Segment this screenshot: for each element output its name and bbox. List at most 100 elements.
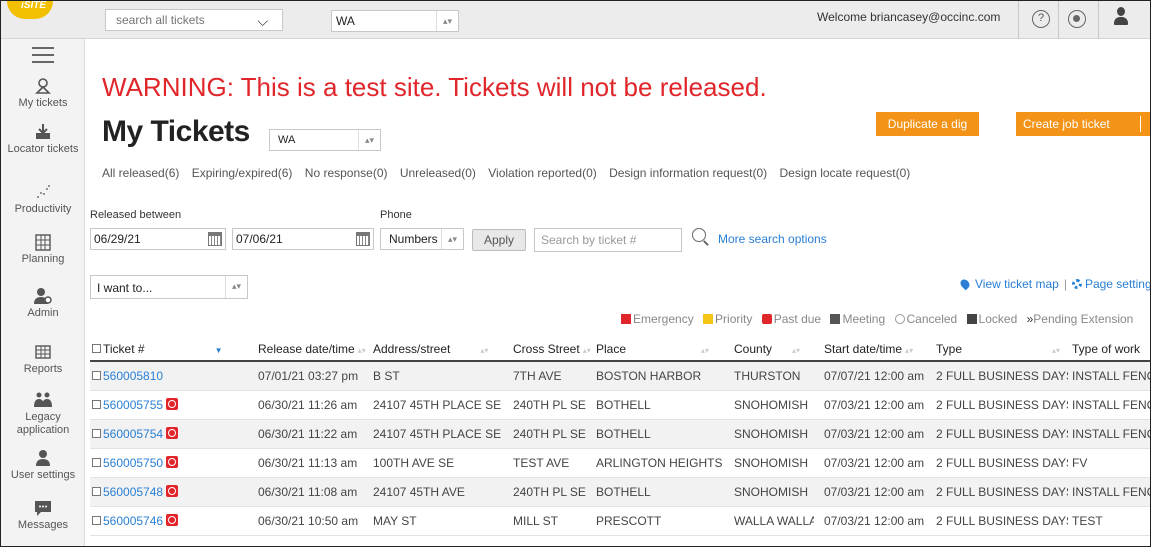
table-row[interactable]: 560005750 06/30/21 11:13 am 100TH AVE SE TE…: [90, 448, 1150, 478]
date-to-value: 07/06/21: [236, 232, 283, 246]
start-cell: 07/07/21 12:00 am: [814, 361, 934, 391]
phone-select[interactable]: Numbers ▴▾: [380, 228, 464, 250]
view-ticket-map-link[interactable]: View ticket map: [975, 277, 1059, 291]
table-row[interactable]: 560005754 06/30/21 11:22 am 24107 45TH PLA…: [90, 419, 1150, 449]
select-all-checkbox[interactable]: [92, 344, 101, 353]
start-cell: 07/03/21 12:00 am: [814, 477, 934, 507]
filter-unreleased[interactable]: Unreleased(0): [400, 166, 476, 180]
col-work[interactable]: Type of work: [1068, 338, 1150, 362]
sidebar-item-user-settings[interactable]: User settings: [1, 449, 85, 482]
legend-priority: Priority: [703, 312, 752, 326]
col-cross[interactable]: Cross Street ▴▾: [503, 338, 594, 362]
sidebar-item-admin[interactable]: Admin: [1, 287, 85, 320]
ticket-link[interactable]: 560005810: [103, 369, 163, 383]
row-checkbox[interactable]: [92, 370, 101, 380]
calendar-icon[interactable]: [356, 232, 370, 246]
sort-desc-icon[interactable]: ▼: [215, 346, 223, 355]
ticket-link[interactable]: 560005754: [103, 427, 163, 441]
filter-all-released[interactable]: All released(6): [102, 166, 179, 180]
start-cell: 07/03/21 12:00 am: [814, 419, 934, 449]
ticket-cell: 560005750: [90, 448, 248, 478]
type-cell: 2 FULL BUSINESS DAYS: [934, 361, 1068, 391]
date-from-value: 06/29/21: [94, 232, 141, 246]
sidebar-item-label: Admin: [27, 307, 59, 319]
state-select[interactable]: WA ▴▾: [269, 129, 381, 151]
top-state-select[interactable]: WA ▴▾: [331, 10, 459, 32]
divider: [1018, 1, 1019, 39]
filter-design-info[interactable]: Design information request(0): [609, 166, 767, 180]
filter-no-response[interactable]: No response(0): [305, 166, 388, 180]
date-to-field[interactable]: 07/06/21: [232, 228, 374, 250]
col-ticket[interactable]: Ticket # ▼: [90, 338, 248, 362]
create-job-ticket-button[interactable]: Create job ticket: [1016, 112, 1150, 136]
place-cell: ARLINGTON HEIGHTS: [594, 448, 724, 478]
ticket-link[interactable]: 560005750: [103, 456, 163, 470]
sidebar-item-label: Legacy application: [16, 411, 70, 436]
global-search-input[interactable]: [106, 10, 236, 30]
table-row[interactable]: 560005748 06/30/21 11:08 am 24107 45TH AVE…: [90, 477, 1150, 507]
col-place[interactable]: Place ▴▾: [594, 338, 724, 362]
address-cell: 100TH AVE SE: [371, 448, 503, 478]
col-county[interactable]: County ▴▾: [724, 338, 814, 362]
address-cell: 24107 45TH PLACE SE: [371, 419, 503, 449]
chevron-down-icon[interactable]: ⌵: [257, 13, 268, 30]
more-search-options-link[interactable]: More search options: [718, 232, 827, 246]
page-title: My Tickets: [102, 115, 250, 148]
emergency-icon: [621, 314, 631, 324]
row-checkbox[interactable]: [92, 515, 101, 525]
row-checkbox[interactable]: [92, 399, 101, 409]
chat-icon[interactable]: [1068, 10, 1086, 28]
table-row[interactable]: 560005810 07/01/21 03:27 pm B ST 7TH AVE BOS…: [90, 361, 1150, 391]
filter-violation[interactable]: Violation reported(0): [488, 166, 597, 180]
address-cell: 24107 45TH PLACE SE: [371, 390, 503, 420]
calendar-icon[interactable]: [208, 232, 222, 246]
col-start[interactable]: Start date/time ▴▾: [814, 338, 934, 362]
past-due-icon: [761, 314, 772, 324]
sidebar-item-planning[interactable]: Planning: [1, 233, 85, 266]
page-settings-link[interactable]: Page settings: [1085, 277, 1150, 291]
col-type[interactable]: Type ▴▾: [934, 338, 1068, 362]
duplicate-dig-button[interactable]: Duplicate a dig: [876, 112, 979, 136]
sidebar-item-messages[interactable]: Messages: [1, 499, 85, 532]
locator-icon: [36, 124, 50, 139]
row-checkbox[interactable]: [92, 486, 101, 496]
past-due-icon: [166, 484, 179, 497]
user-icon: [36, 450, 50, 466]
grid-icon: [35, 345, 51, 359]
table-row[interactable]: 560005755 06/30/21 11:26 am 24107 45TH PLA…: [90, 390, 1150, 420]
apply-button[interactable]: Apply: [472, 229, 526, 251]
sidebar-item-legacy-application[interactable]: Legacy application: [1, 391, 85, 437]
sidebar-item-productivity[interactable]: Productivity: [1, 183, 85, 216]
sidebar-item-my-tickets[interactable]: My tickets: [1, 77, 85, 110]
date-from-field[interactable]: 06/29/21: [90, 228, 226, 250]
cross-street-cell: 240TH PL SE: [503, 390, 594, 420]
filter-design-locate[interactable]: Design locate request(0): [780, 166, 911, 180]
ticket-filter-links: All released(6) Expiring/expired(6) No r…: [102, 166, 919, 180]
ticket-link[interactable]: 560005755: [103, 398, 163, 412]
cross-street-cell: 7TH AVE: [503, 361, 594, 391]
sidebar-item-locator-tickets[interactable]: Locator tickets: [1, 123, 85, 156]
building-icon: [35, 234, 51, 251]
i-want-to-select[interactable]: I want to... ▴▾: [90, 275, 248, 299]
work-cell: FV: [1068, 448, 1150, 478]
lock-icon: [966, 314, 977, 324]
search-icon[interactable]: [692, 228, 706, 242]
type-cell: 2 FULL BUSINESS DAYS: [934, 477, 1068, 507]
hamburger-menu-icon[interactable]: [32, 47, 54, 68]
col-address[interactable]: Address/street ▴▾: [371, 338, 503, 362]
ticket-link[interactable]: 560005748: [103, 485, 163, 499]
col-release[interactable]: Release date/time ▴▾: [248, 338, 371, 362]
ticket-link[interactable]: 560005746: [103, 514, 163, 528]
help-icon[interactable]: ?: [1032, 10, 1050, 28]
sidebar-item-reports[interactable]: Reports: [1, 343, 85, 376]
table-row[interactable]: 560005746 06/30/21 10:50 am MAY ST MILL ST P…: [90, 506, 1150, 536]
user-icon[interactable]: [1114, 7, 1128, 31]
filter-expiring[interactable]: Expiring/expired(6): [192, 166, 293, 180]
global-search[interactable]: ⌵: [105, 9, 283, 31]
row-checkbox[interactable]: [92, 457, 101, 467]
ticket-search-input[interactable]: Search by ticket #: [534, 228, 682, 252]
welcome-text: Welcome briancasey@occinc.com: [817, 10, 1001, 24]
isite-logo[interactable]: iSITE: [7, 1, 53, 19]
ticket-cell: 560005810: [90, 361, 248, 391]
row-checkbox[interactable]: [92, 428, 101, 438]
